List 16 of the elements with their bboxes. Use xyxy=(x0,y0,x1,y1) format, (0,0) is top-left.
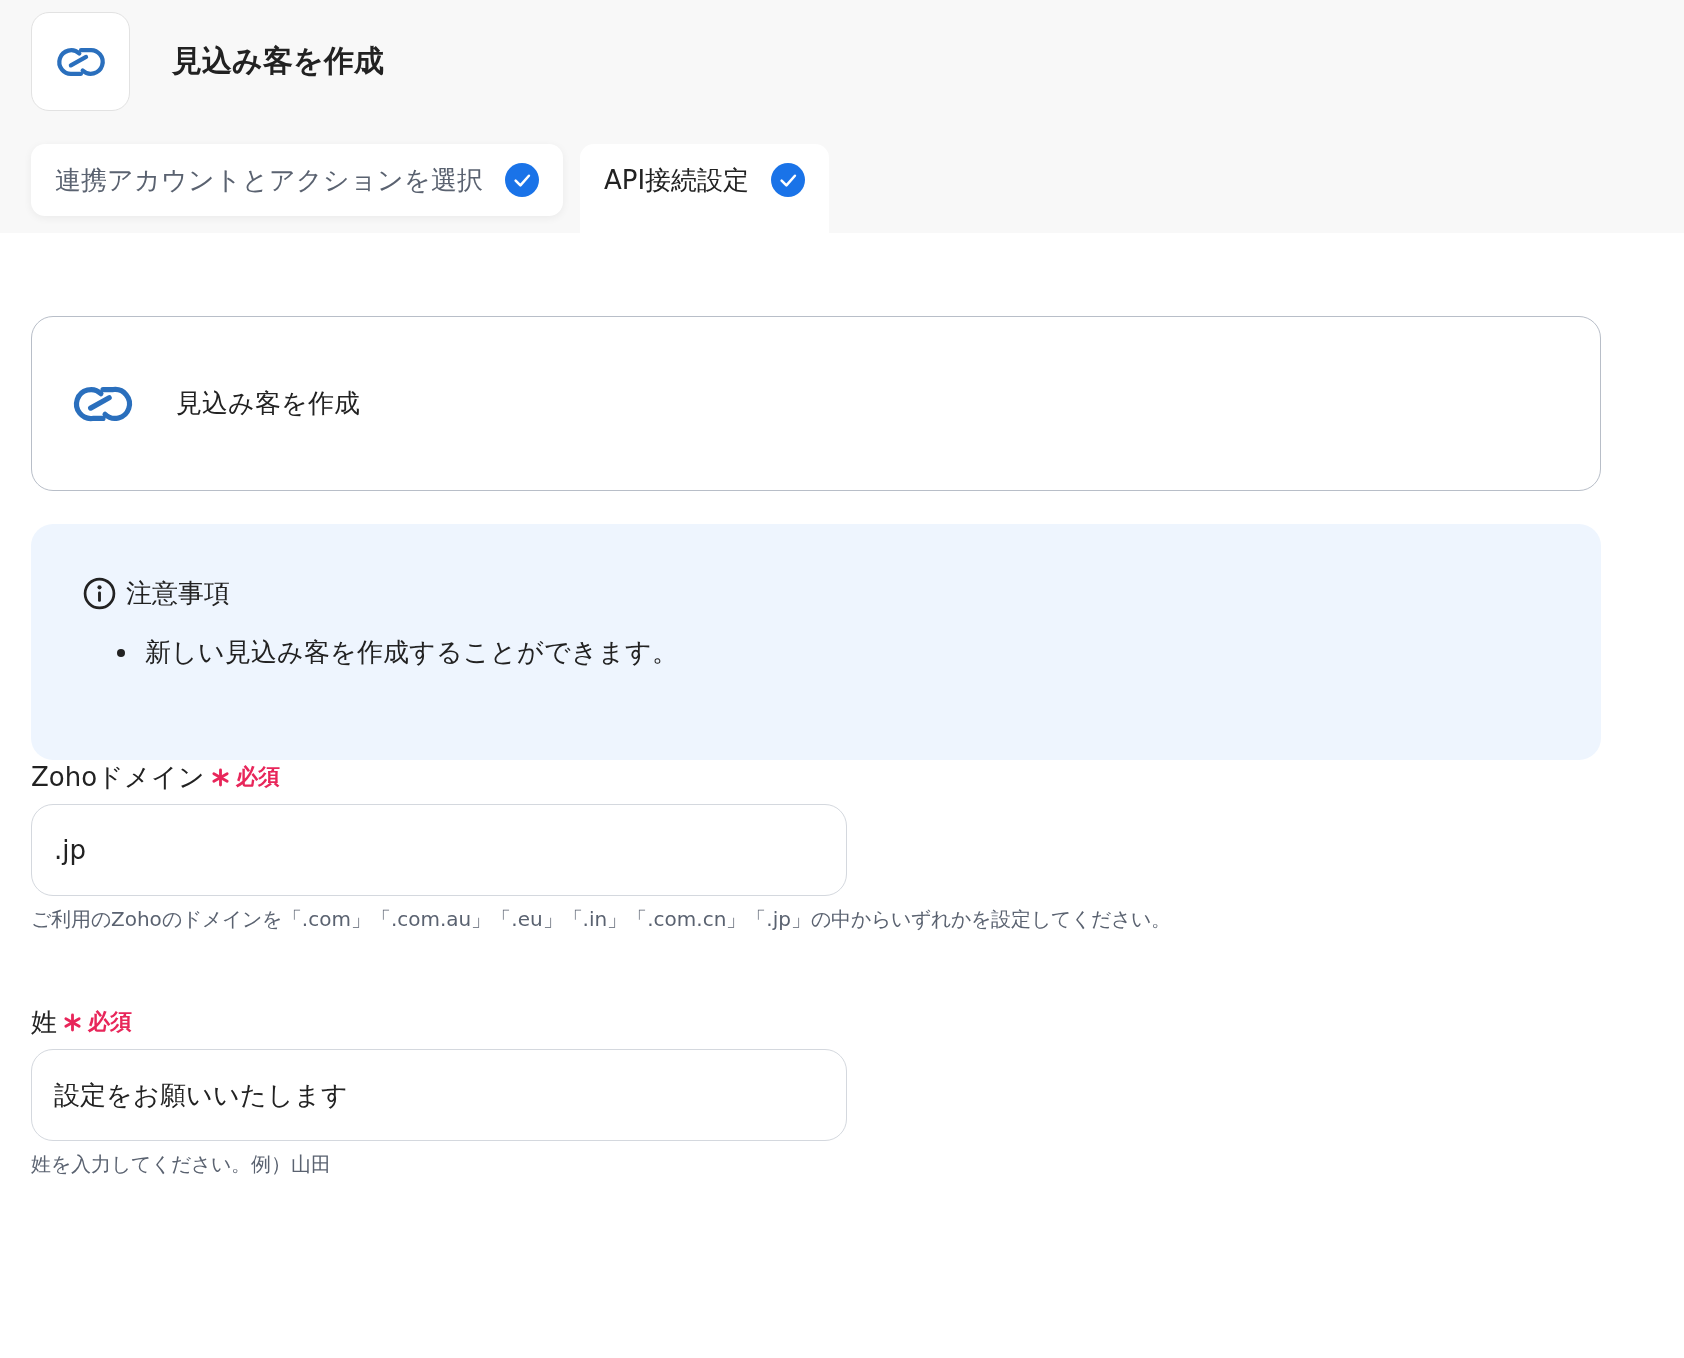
field-label: 姓 xyxy=(31,1005,57,1039)
bullet-icon xyxy=(117,648,125,657)
text-input[interactable]: .jp xyxy=(31,804,847,896)
help-text: 姓を入力してください。例）山田 xyxy=(31,1151,332,1178)
notice-text: 新しい見込み客を作成することができます。 xyxy=(145,636,678,669)
required-label: 必須 xyxy=(88,1008,132,1036)
field-label: Zohoドメイン xyxy=(31,760,206,794)
help-text: ご利用のZohoのドメインを「.com」「.com.au」「.eu」「.in」「.com.cn」「.jp」の中からいずれかを設定してください。 xyxy=(31,906,1172,933)
action-title: 見込み客を作成 xyxy=(176,387,360,420)
page-title: 見込み客を作成 xyxy=(172,42,384,80)
required-label: 必須 xyxy=(236,763,281,791)
info-icon xyxy=(83,577,116,610)
notice-heading: 注意事項 xyxy=(126,577,230,610)
text-input[interactable]: 設定をお願いいたします xyxy=(31,1049,847,1141)
step-tab[interactable]: 連携アカウントとアクションを選択 xyxy=(31,144,563,216)
step-tab[interactable]: API接続設定 xyxy=(580,144,830,233)
